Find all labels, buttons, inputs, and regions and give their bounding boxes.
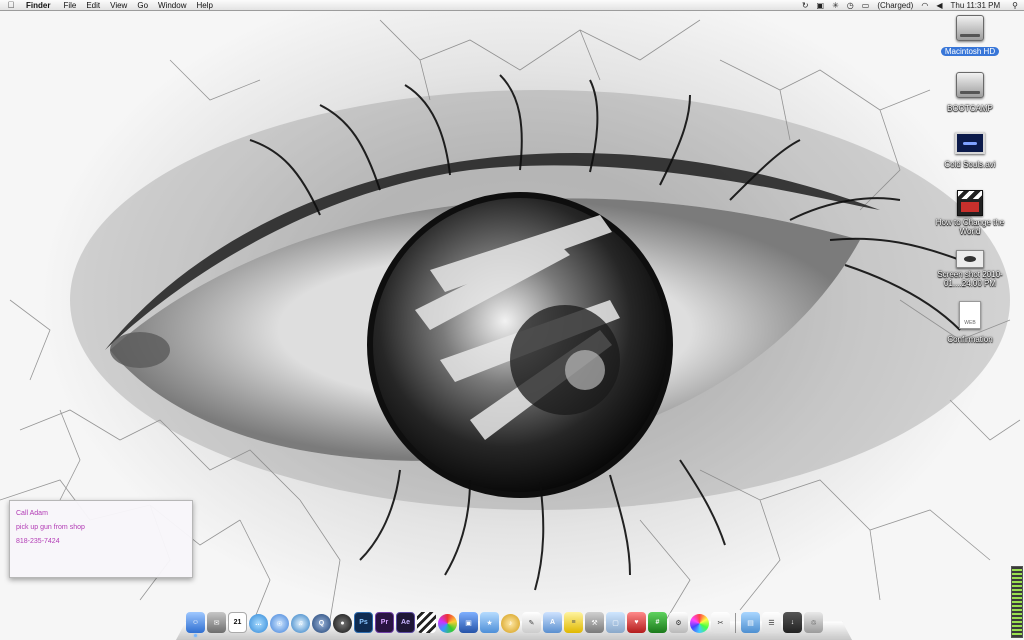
dock-garageband-icon[interactable]: ♪ <box>501 614 520 633</box>
desktop-icon-label: How to Change the World <box>935 218 1005 236</box>
dock-safari-icon[interactable]: ☉ <box>270 614 289 633</box>
menu-view[interactable]: View <box>105 0 132 11</box>
desktop-icon-label: Macintosh HD <box>940 47 1000 56</box>
screenshot-file-icon <box>956 250 984 268</box>
dock-textedit-icon[interactable]: ✎ <box>522 612 541 633</box>
dock-color-sync-icon[interactable] <box>690 614 709 633</box>
sticky-note[interactable]: Call Adam pick up gun from shop 818-235-… <box>9 500 193 578</box>
dock-separator <box>735 613 736 633</box>
dock-imovie-icon[interactable]: ★ <box>480 612 499 633</box>
dock-calendar-icon[interactable]: 21 <box>228 612 247 633</box>
desktop-icon-label: Screen shot 2010-01....24.00 PM <box>937 270 1003 288</box>
bluetooth-icon[interactable]: ✳ <box>828 0 843 11</box>
spotlight-icon[interactable]: ⚲ <box>1006 0 1024 11</box>
dock-final-cut-icon[interactable] <box>417 612 436 633</box>
menu-finder[interactable]: Finder <box>22 0 58 11</box>
web-document-icon: WEB <box>959 301 981 329</box>
dock-finder-icon[interactable]: ☺ <box>186 612 205 637</box>
sticky-note-line: Call Adam <box>16 510 48 517</box>
dock-counter-icon[interactable]: # <box>648 612 667 633</box>
wifi-icon[interactable]: ◠ <box>917 0 932 11</box>
dock-script-editor-icon[interactable]: ✂ <box>711 612 730 633</box>
desktop-icon-bootcamp[interactable]: BOOTCAMP <box>922 72 1018 116</box>
desktop-icon-label: BOOTCAMP <box>947 104 993 113</box>
dock-ichat-icon[interactable]: … <box>249 614 268 633</box>
dock-documents-stack-icon[interactable]: ☰ <box>762 612 781 633</box>
menu-edit[interactable]: Edit <box>81 0 105 11</box>
menu-go[interactable]: Go <box>132 0 153 11</box>
desktop-icon-screen-shot[interactable]: Screen shot 2010-01....24.00 PM <box>922 250 1018 291</box>
sticky-note-line: 818-235-7424 <box>16 538 60 545</box>
hard-drive-icon <box>956 15 984 41</box>
dock-applications-folder-icon[interactable]: ▤ <box>741 612 760 633</box>
volume-icon[interactable]: ◀ <box>932 0 946 11</box>
dock: ☺ ✉ 21 … ☉ ♫ Q ● Ps Pr Ae ▣ ★ ♪ ✎ A ≡ ⚒ … <box>186 609 823 637</box>
menu-window[interactable]: Window <box>153 0 191 11</box>
hard-drive-icon <box>956 72 984 98</box>
dock-color-picker-icon[interactable] <box>438 614 457 633</box>
desktop-icon-macintosh-hd[interactable]: Macintosh HD <box>922 15 1018 59</box>
dock-iphoto-icon[interactable]: ▣ <box>459 612 478 633</box>
dock-activity-icon[interactable]: ♥ <box>627 612 646 633</box>
menu-help[interactable]: Help <box>191 0 217 11</box>
dock-utilities-icon[interactable]: ⚒ <box>585 612 604 633</box>
clapperboard-icon <box>957 190 983 216</box>
desktop-icon-cold-souls[interactable]: Cold Souls.avi <box>922 132 1018 172</box>
dock-after-effects-icon[interactable]: Ae <box>396 612 415 633</box>
dock-preview-icon[interactable]: ▢ <box>606 612 625 633</box>
dock-stickies-icon[interactable]: ≡ <box>564 612 583 633</box>
menu-extras: ↻ ▣ ✳ ◷ ▭ (Charged) ◠ ◀ Thu 11:31 PM ⚲ <box>798 0 1024 11</box>
menu-file[interactable]: File <box>58 0 81 11</box>
level-meter <box>1011 566 1023 638</box>
dock-trash-icon[interactable]: ♲ <box>804 612 823 633</box>
sync-icon[interactable]: ↻ <box>798 0 813 11</box>
desktop-icon-how-to-change-the-world[interactable]: How to Change the World <box>922 190 1018 239</box>
desktop-icon-label: Confirmation <box>947 335 993 344</box>
movie-file-icon <box>955 132 985 154</box>
desktop-icon-confirmation[interactable]: WEB Confirmation <box>922 301 1018 347</box>
apple-menu-icon[interactable]:  <box>0 0 22 11</box>
dock-quicktime-icon[interactable]: Q <box>312 614 331 633</box>
menu-clock[interactable]: Thu 11:31 PM <box>946 0 1006 11</box>
menu-bar:  Finder File Edit View Go Window Help ↻… <box>0 0 1024 11</box>
desktop-icon-label: Cold Souls.avi <box>944 160 996 169</box>
dock-system-preferences-icon[interactable]: ⚙ <box>669 612 688 633</box>
sticky-note-line: pick up gun from shop <box>16 524 85 531</box>
dock-photoshop-icon[interactable]: Ps <box>354 612 373 633</box>
dock-itunes-icon[interactable]: ♫ <box>291 614 310 633</box>
dock-camera-icon[interactable]: ● <box>333 614 352 633</box>
dock-downloads-stack-icon[interactable]: ↓ <box>783 612 802 633</box>
dock-mail-icon[interactable]: ✉ <box>207 612 226 633</box>
battery-status[interactable]: (Charged) <box>873 0 917 11</box>
time-machine-icon[interactable]: ◷ <box>843 0 858 11</box>
display-icon[interactable]: ▣ <box>813 0 829 11</box>
dock-premiere-icon[interactable]: Pr <box>375 612 394 633</box>
running-indicator <box>194 634 197 637</box>
battery-icon[interactable]: ▭ <box>858 0 874 11</box>
dock-app-store-icon[interactable]: A <box>543 612 562 633</box>
